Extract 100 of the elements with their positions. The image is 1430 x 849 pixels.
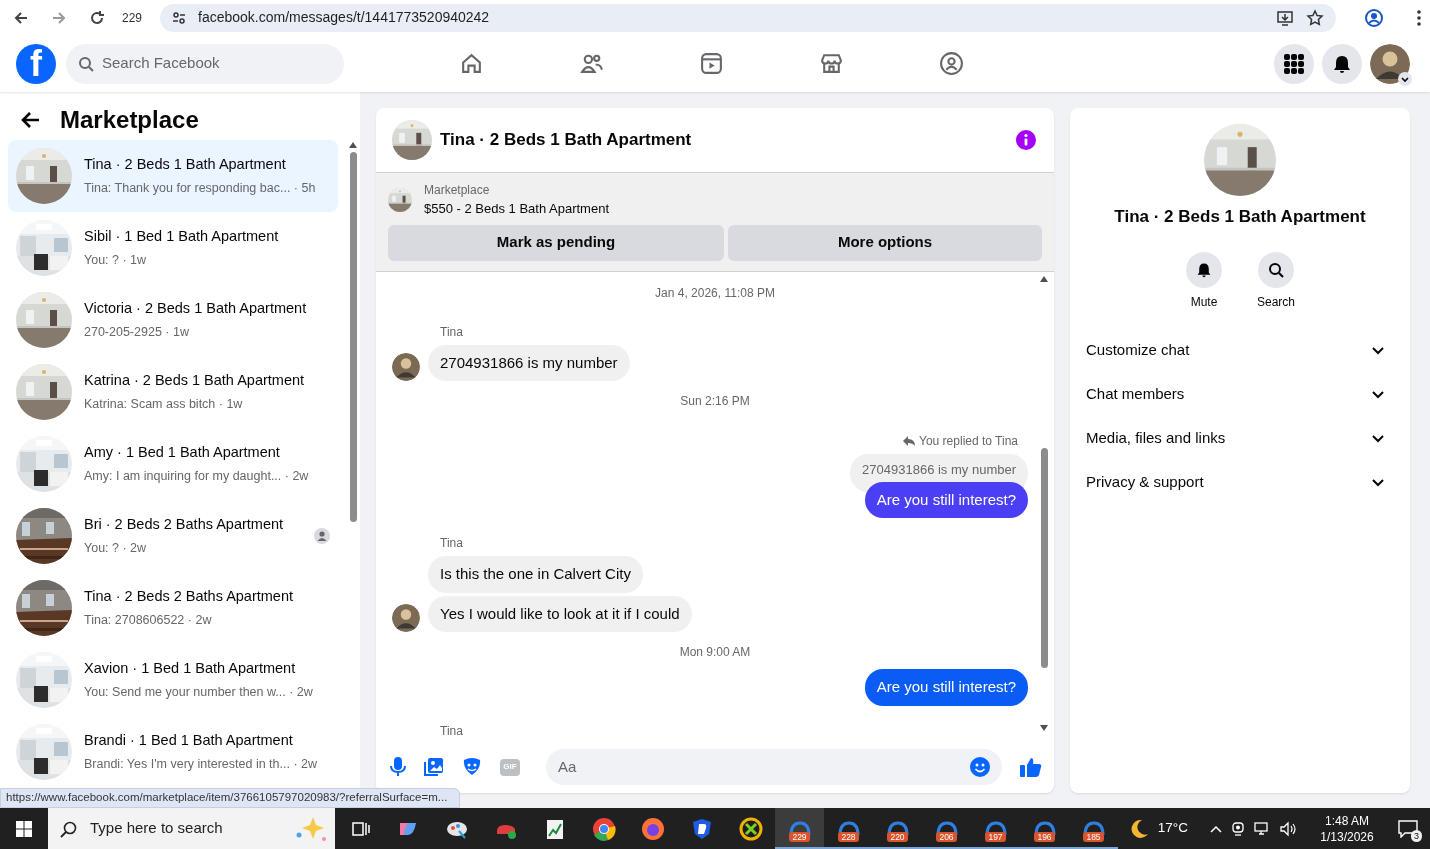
listing-action-button[interactable]: Mark as pending [388, 224, 724, 261]
details-action-label: Mute [1190, 293, 1218, 311]
seen-avatar-icon [314, 528, 330, 544]
circle-x-icon[interactable] [739, 816, 763, 841]
timestamp: Jan 4, 2026, 11:08 PM [655, 284, 775, 302]
sender-name: Tina [440, 723, 463, 738]
home-icon[interactable] [459, 51, 484, 76]
temperature: 17°C [1157, 819, 1188, 838]
taskbar-window-button[interactable]: 220 [873, 808, 922, 849]
conversation-preview: Tina: Thank you for responding bac... · 5h [84, 180, 317, 197]
conversation-item[interactable]: Katrina · 2 Beds 1 Bath Apartment Katrina: Scam ass bitch · 1w [8, 356, 338, 428]
window-count: 196 [1034, 832, 1055, 842]
taskbar-window-button[interactable]: 229 [775, 808, 824, 849]
conversation-item[interactable]: Bri · 2 Beds 2 Baths Apartment You: ? · 2w [8, 500, 338, 572]
conversation-preview: Tina: 2708606522 · 2w [84, 612, 213, 629]
taskbar-window-button[interactable]: 228 [824, 808, 873, 849]
like-icon[interactable] [1020, 757, 1042, 777]
timestamp: Sun 2:16 PM [680, 393, 750, 410]
conversation-title: Sibil · 1 Bed 1 Bath Apartment [84, 227, 280, 247]
message-bubble: Is this the one in Calvert City [428, 556, 643, 593]
conversation-title: Tina · 2 Beds 1 Bath Apartment [84, 155, 287, 175]
listing-action-button[interactable]: More options [728, 224, 1042, 261]
conversation-item[interactable]: Tina · 2 Beds 1 Bath Apartment Tina: Thank you for responding bac... · 5h [8, 140, 338, 212]
conversation-preview: Katrina: Scam ass bitch · 1w [84, 396, 244, 413]
store-icon[interactable] [819, 51, 844, 76]
back-arrow-icon[interactable] [20, 111, 40, 129]
window-count: 185 [1083, 832, 1104, 842]
conversation-preview: 270-205-2925 · 1w [84, 324, 190, 341]
message-bubble: Are you still interest? [864, 669, 1028, 706]
search-field[interactable]: Search Facebook [66, 43, 344, 84]
window-count: 197 [985, 832, 1006, 842]
notifications-button[interactable] [1322, 43, 1362, 84]
details-section-row[interactable]: Customize chat [1078, 328, 1402, 373]
microphone-icon[interactable] [390, 757, 406, 777]
address-bar[interactable]: facebook.com/messages/t/1441773520940242 [160, 3, 1336, 32]
details-section-row[interactable]: Media, files and links [1078, 416, 1402, 461]
speaker-icon[interactable] [1280, 820, 1296, 837]
scroll-up-icon[interactable] [1040, 275, 1048, 282]
status-url: https://www.facebook.com/marketplace/item/3766105797020983/?referralSurface=m... [0, 788, 461, 808]
section-label: Privacy & support [1086, 472, 1205, 493]
conversation-item[interactable]: Xavion · 1 Bed 1 Bath Apartment You: Send me your number then w... · 2w [8, 644, 338, 716]
scrollbar-thumb[interactable] [349, 152, 357, 522]
search-icon [1268, 261, 1284, 278]
shield-icon[interactable] [690, 816, 714, 841]
scrollbar-thumb[interactable] [1040, 447, 1048, 668]
chevron-down-icon [1372, 390, 1384, 399]
reload-icon[interactable] [88, 8, 106, 27]
conversation-item[interactable]: Victoria · 2 Beds 1 Bath Apartment 270-205-2925 · 1w [8, 284, 338, 356]
sidebar-title: Marketplace [60, 105, 199, 135]
chevron-up-icon[interactable] [1210, 824, 1222, 833]
taskbar-window-button[interactable]: 185 [1069, 808, 1118, 849]
chrome-icon[interactable] [592, 816, 616, 841]
taskbar-window-button[interactable]: 206 [922, 808, 971, 849]
details-action-button[interactable] [1186, 251, 1222, 288]
info-icon[interactable] [1016, 130, 1036, 150]
profile-icon[interactable] [1364, 7, 1384, 28]
details-section-row[interactable]: Privacy & support [1078, 460, 1402, 505]
chevron-down-icon [1372, 478, 1384, 487]
conversation-item[interactable]: Tina · 2 Beds 2 Baths Apartment Tina: 2708606522 · 2w [8, 572, 338, 644]
edge-icon [837, 821, 860, 835]
chat-bubble-icon [1398, 819, 1418, 838]
reply-icon [903, 436, 916, 446]
camera-icon[interactable] [1230, 820, 1246, 837]
notification-button[interactable]: 3 [1394, 813, 1422, 844]
details-section-row[interactable]: Chat members [1078, 372, 1402, 417]
taskbar-window-button[interactable]: 197 [971, 808, 1020, 849]
groups-icon[interactable] [939, 51, 964, 76]
conversation-item[interactable]: Amy · 1 Bed 1 Bath Apartment Amy: I am inquiring for my daught... · 2w [8, 428, 338, 500]
sender-name: Tina [440, 536, 463, 550]
firefox-icon[interactable] [641, 816, 665, 841]
details-action-button[interactable] [1258, 251, 1294, 288]
scroll-down-icon[interactable] [1040, 725, 1048, 731]
image-icon[interactable] [424, 757, 444, 777]
more-icon[interactable] [1416, 8, 1422, 27]
logo[interactable]: f [16, 43, 56, 84]
install-icon[interactable] [1276, 8, 1294, 27]
edge-icon [886, 821, 909, 835]
conversation-item[interactable]: Brandi · 1 Bed 1 Bath Apartment Brandi: Yes I'm very interested in th... · 2w [8, 716, 338, 788]
conversation-preview: You: Send me your number then w... · 2w [84, 684, 314, 701]
message-bubble: Are you still interest? [864, 481, 1028, 518]
menu-button[interactable] [1274, 43, 1314, 84]
emoji-icon[interactable] [970, 757, 990, 777]
taskbar-search-field[interactable]: Type here to search [48, 808, 335, 849]
url-text: facebook.com/messages/t/1441773520940242 [198, 8, 491, 27]
edge-icon [984, 821, 1007, 835]
chevron-down-icon [1372, 346, 1384, 355]
scroll-up-icon[interactable] [349, 142, 357, 148]
avatar [392, 604, 420, 632]
video-icon[interactable] [699, 51, 724, 76]
star-icon[interactable] [1306, 8, 1324, 27]
reply-label: You replied to Tina [919, 433, 1018, 450]
message-input[interactable]: Aa [546, 749, 1002, 785]
caret-icon[interactable] [1398, 71, 1412, 86]
search-icon [78, 55, 94, 72]
conversation-preview: You: ? · 2w [84, 540, 148, 557]
sticker-icon[interactable] [462, 757, 482, 777]
site-info-icon[interactable] [172, 10, 187, 25]
section-label: Customize chat [1086, 340, 1191, 361]
taskbar-window-button[interactable]: 196 [1020, 808, 1069, 849]
conversation-item[interactable]: Sibil · 1 Bed 1 Bath Apartment You: ? · 1w [8, 212, 338, 284]
